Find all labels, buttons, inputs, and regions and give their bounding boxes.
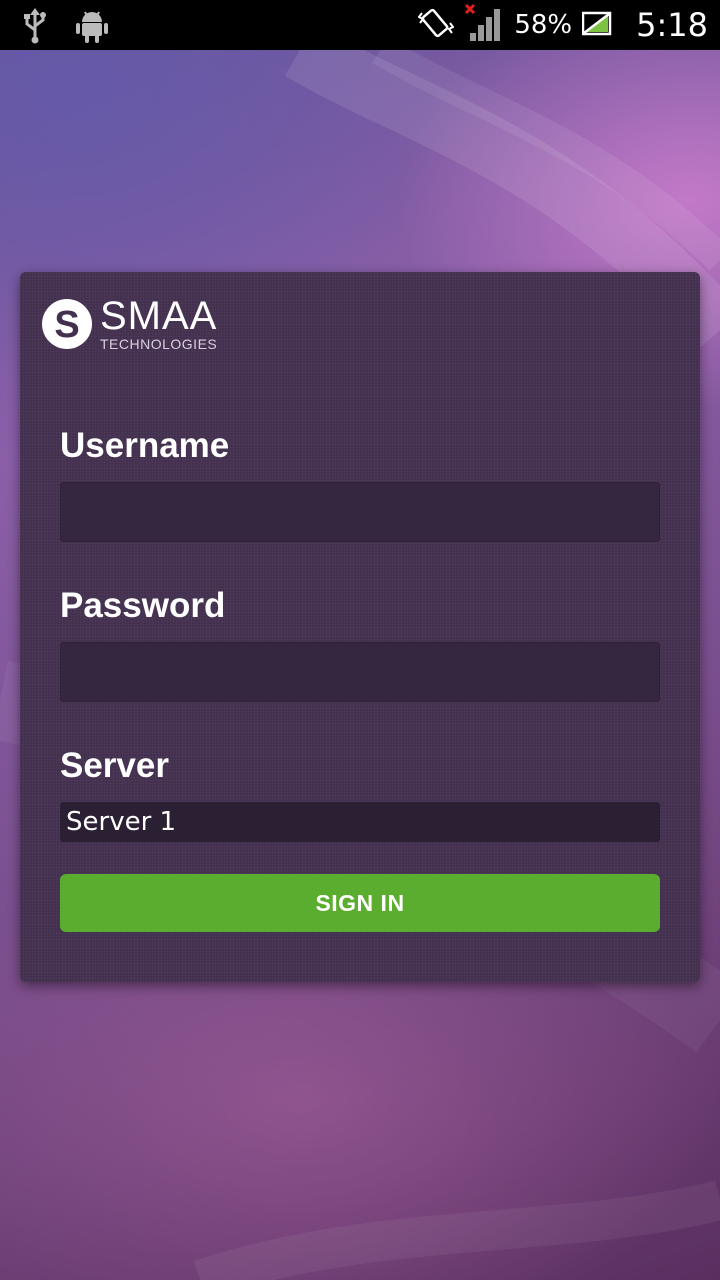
battery-percent: 58% <box>514 10 573 40</box>
password-input[interactable] <box>60 642 660 702</box>
company-logo: S SMAA TECHNOLOGIES <box>40 296 217 351</box>
svg-text:S: S <box>54 304 79 346</box>
logo-subtitle: TECHNOLOGIES <box>100 336 218 352</box>
clock: 5:18 <box>636 6 708 44</box>
usb-icon <box>20 8 50 49</box>
sign-in-label: SIGN IN <box>315 889 405 916</box>
password-label: Password <box>60 586 226 625</box>
vibrate-icon <box>417 5 455 46</box>
status-bar: 58% 5:18 <box>0 0 720 50</box>
logo-name: SMAA <box>100 294 218 338</box>
server-label: Server <box>60 746 169 785</box>
username-input[interactable] <box>60 482 660 542</box>
smaa-logo-icon: S <box>42 298 92 349</box>
signal-icon <box>464 3 504 48</box>
sign-in-button[interactable]: SIGN IN <box>60 874 660 932</box>
android-icon <box>76 9 108 48</box>
battery-charging-icon <box>581 10 612 41</box>
server-selected-value: Server 1 <box>66 807 177 837</box>
login-card: S SMAA TECHNOLOGIES Username Password Se… <box>20 272 700 982</box>
username-label: Username <box>60 426 230 465</box>
server-select[interactable]: Server 1 <box>60 802 660 842</box>
